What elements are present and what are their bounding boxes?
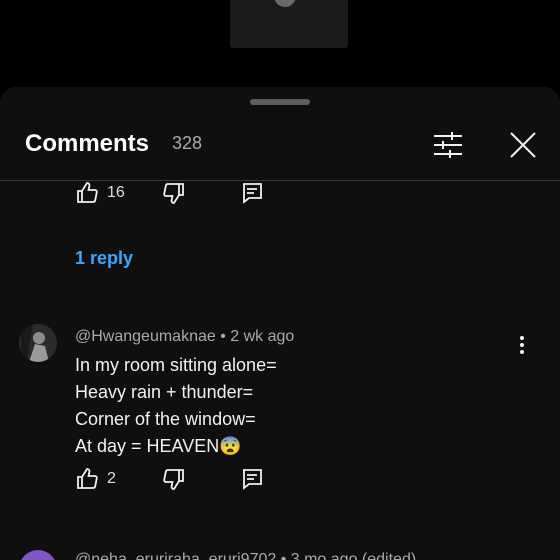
meta-separator: • xyxy=(220,328,226,345)
reply-icon xyxy=(243,183,262,204)
comment-meta: @Hwangeumaknae • 2 wk ago xyxy=(75,328,294,346)
next-comment-item: @neha_eruriraha_eruri9702 • 3 mo ago (ed… xyxy=(0,545,560,560)
comments-header: Comments 328 xyxy=(0,123,560,179)
comment-line: Corner of the window= xyxy=(75,409,256,429)
like-icon xyxy=(77,468,98,489)
reply-button[interactable] xyxy=(240,467,264,491)
reply-icon xyxy=(243,469,262,490)
comments-sheet: Comments 328 16 1 reply @Hwangeumaknae •… xyxy=(0,87,560,560)
comment-line: At day = HEAVEN😨 xyxy=(75,436,242,456)
filter-icon xyxy=(434,132,462,158)
comments-title: Comments xyxy=(25,130,150,157)
reply-button[interactable] xyxy=(240,181,264,205)
like-icon xyxy=(77,182,98,203)
comment-actions: 2 xyxy=(0,467,560,495)
like-count: 2 xyxy=(107,470,116,487)
like-button[interactable]: 2 xyxy=(75,467,116,491)
dislike-icon xyxy=(163,469,184,490)
view-replies-link[interactable]: 1 reply xyxy=(75,248,133,269)
comment-more-button[interactable] xyxy=(508,329,536,361)
video-player[interactable] xyxy=(0,0,560,90)
dislike-button[interactable] xyxy=(162,467,186,491)
like-button[interactable]: 16 xyxy=(75,181,125,205)
comment-time: 2 wk ago xyxy=(230,328,295,345)
more-vert-icon xyxy=(520,336,524,354)
comment-line: Heavy rain + thunder= xyxy=(75,382,254,402)
like-count: 16 xyxy=(107,184,125,201)
close-icon xyxy=(510,132,536,158)
comment-author[interactable]: @Hwangeumaknae xyxy=(75,328,216,345)
avatar[interactable] xyxy=(19,550,57,560)
filter-button[interactable] xyxy=(430,127,466,163)
prev-comment-actions: 16 xyxy=(0,181,560,209)
comments-count: 328 xyxy=(172,133,203,153)
comment-line: In my room sitting alone= xyxy=(75,355,277,375)
close-button[interactable] xyxy=(505,127,541,163)
avatar[interactable] xyxy=(19,324,57,362)
dislike-button[interactable] xyxy=(162,181,186,205)
dislike-icon xyxy=(163,183,184,204)
player-controls[interactable] xyxy=(236,0,346,14)
comment-meta: @neha_eruriraha_eruri9702 • 3 mo ago (ed… xyxy=(75,551,417,560)
comment-text: In my room sitting alone= Heavy rain + t… xyxy=(75,352,277,460)
drag-handle[interactable] xyxy=(250,99,310,105)
